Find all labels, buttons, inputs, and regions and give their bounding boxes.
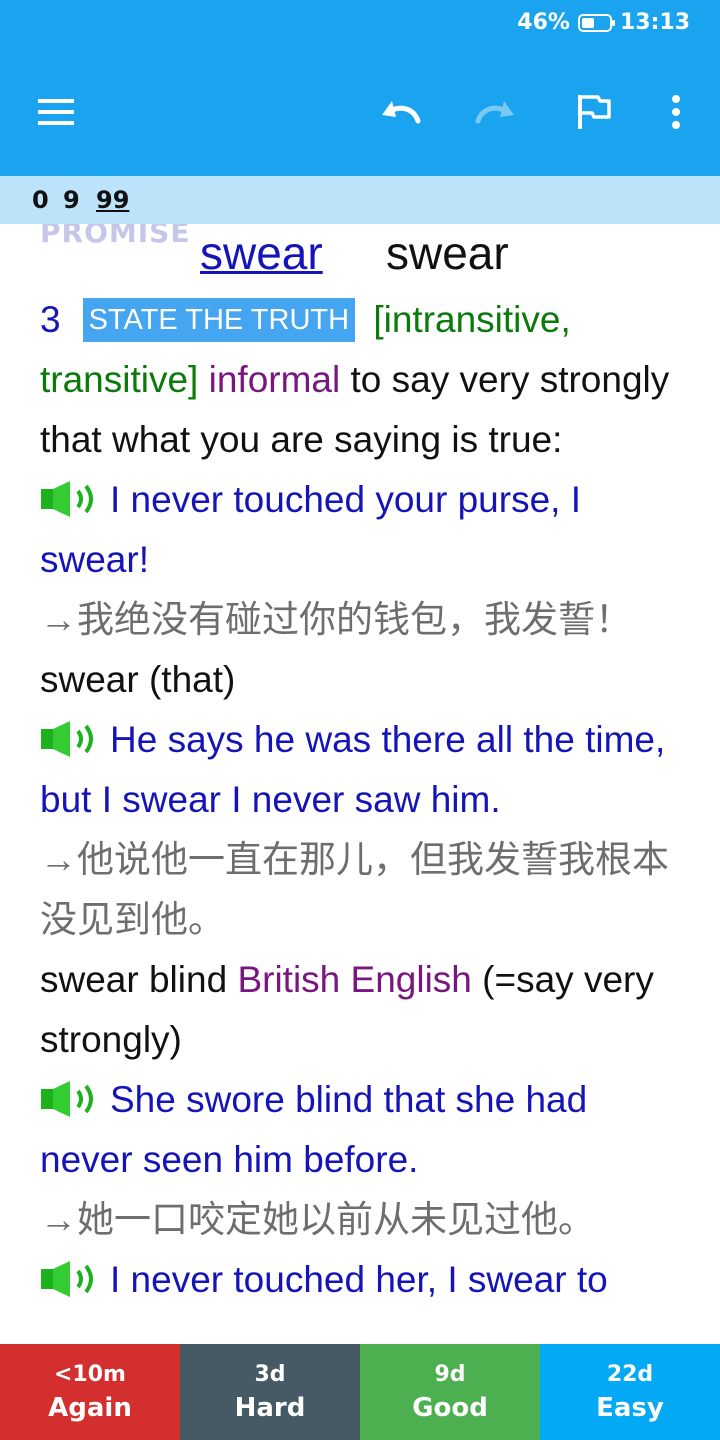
menu-icon[interactable] xyxy=(28,84,84,140)
example-sentence: I never touched your purse, I swear! xyxy=(40,479,581,580)
register-label: informal xyxy=(208,359,341,400)
good-interval: 9d xyxy=(434,1362,466,1387)
dictionary-entry: 3 STATE THE TRUTH [intransitive, transiti… xyxy=(40,290,690,1310)
again-button[interactable]: <10m Again xyxy=(0,1344,180,1440)
card-counts-bar: 0 9 99 xyxy=(0,176,720,224)
more-vert-icon[interactable] xyxy=(648,84,704,140)
hard-interval: 3d xyxy=(254,1362,286,1387)
example-sentence: I never touched her, I swear to xyxy=(110,1259,608,1300)
easy-interval: 22d xyxy=(606,1362,654,1387)
again-interval: <10m xyxy=(54,1362,126,1387)
flag-icon[interactable] xyxy=(566,84,622,140)
good-label: Good xyxy=(412,1393,488,1423)
sense-number: 3 xyxy=(40,299,61,340)
status-bar: 46% 13:13 xyxy=(517,10,690,35)
good-button[interactable]: 9d Good xyxy=(360,1344,540,1440)
example-sentence: He says he was there all the time, but I… xyxy=(40,719,666,820)
signpost: STATE THE TRUTH xyxy=(82,298,356,342)
clock: 13:13 xyxy=(619,10,690,35)
app-bar: 46% 13:13 xyxy=(0,0,720,176)
example-sentence: She swore blind that she had never seen … xyxy=(40,1079,588,1180)
region-label: British English xyxy=(237,959,472,1000)
example-translation: →她一口咬定她以前从未见过他。 xyxy=(40,1199,595,1240)
speaker-icon[interactable] xyxy=(40,480,98,518)
pattern: swear (that) xyxy=(40,659,236,700)
card-content[interactable]: PROMISE swear swear 3 STATE THE TRUTH [in… xyxy=(0,224,720,1344)
review-count: 99 xyxy=(96,186,130,214)
headword: swear xyxy=(386,227,509,279)
speaker-icon[interactable] xyxy=(40,1260,98,1298)
pattern: swear blind xyxy=(40,959,228,1000)
undo-icon[interactable] xyxy=(372,84,428,140)
answer-buttons: <10m Again 3d Hard 9d Good 22d Easy xyxy=(0,1344,720,1440)
example-translation: →我绝没有碰过你的钱包，我发誓！ xyxy=(40,599,632,640)
new-count: 0 xyxy=(32,186,49,214)
example-translation: →他说他一直在那儿，但我发誓我根本没见到他。 xyxy=(40,839,669,940)
hard-label: Hard xyxy=(234,1393,306,1423)
speaker-icon[interactable] xyxy=(40,720,98,758)
hard-button[interactable]: 3d Hard xyxy=(180,1344,360,1440)
battery-icon xyxy=(577,13,615,32)
again-label: Again xyxy=(48,1393,132,1423)
headword-link[interactable]: swear xyxy=(200,226,323,280)
learning-count: 9 xyxy=(63,186,80,214)
redo-icon[interactable] xyxy=(468,84,524,140)
category-label: PROMISE xyxy=(40,224,191,249)
battery-percent: 46% xyxy=(517,10,570,35)
easy-label: Easy xyxy=(596,1393,664,1423)
speaker-icon[interactable] xyxy=(40,1080,98,1118)
easy-button[interactable]: 22d Easy xyxy=(540,1344,720,1440)
